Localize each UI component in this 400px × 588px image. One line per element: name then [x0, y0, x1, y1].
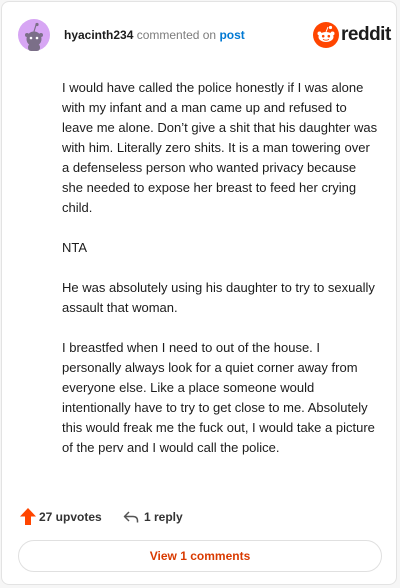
comment-paragraph: I would have called the police honestly … — [62, 80, 378, 215]
upvote-arrow-icon[interactable] — [20, 508, 36, 525]
comment-byline: hyacinth234 commented on post — [64, 28, 245, 42]
comment-header: hyacinth234 commented on post reddit — [2, 2, 396, 66]
post-link[interactable]: post — [219, 28, 244, 42]
reply-count[interactable]: 1 reply — [144, 510, 183, 524]
comment-actions: 27 upvotes 1 reply — [20, 507, 380, 527]
snoo-avatar-icon[interactable] — [18, 19, 50, 51]
reply-arrow-icon[interactable] — [123, 509, 139, 525]
reddit-wordmark: reddit — [341, 24, 391, 45]
comment-paragraph: NTA — [62, 240, 88, 255]
username-link[interactable]: hyacinth234 — [64, 28, 133, 42]
comment-card: hyacinth234 commented on post reddit I w… — [1, 1, 397, 585]
view-comments-button[interactable]: View 1 comments — [18, 540, 382, 572]
commented-on-text: commented on — [136, 28, 217, 42]
comment-paragraph: He was absolutely using his daughter to … — [62, 280, 375, 315]
comment-paragraph: I breastfed when I need to out of the ho… — [62, 340, 375, 455]
upvote-count: 27 upvotes — [39, 510, 102, 524]
reddit-logo-icon — [313, 22, 339, 48]
comment-body: I would have called the police honestly … — [62, 78, 380, 478]
